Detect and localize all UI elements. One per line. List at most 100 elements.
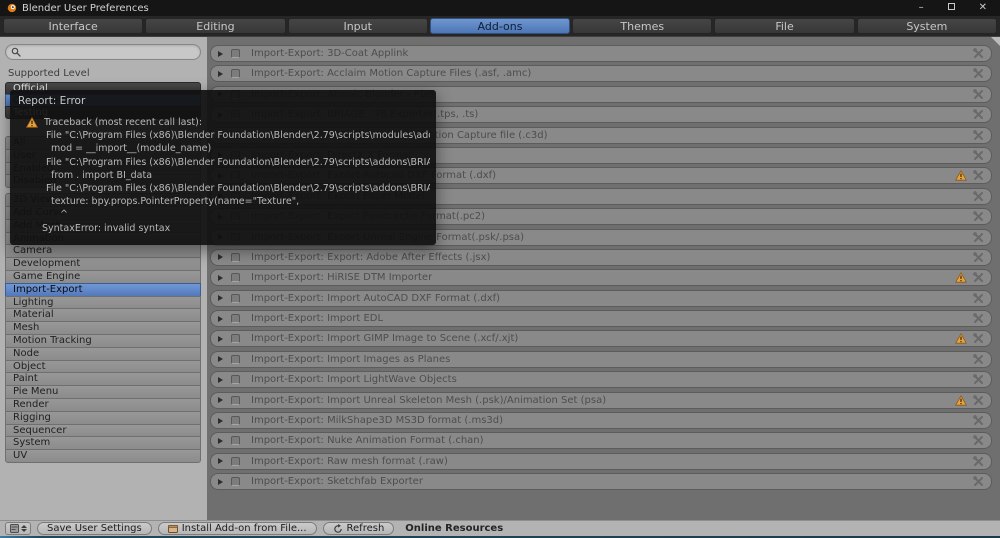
sidebar-item-paint[interactable]: Paint xyxy=(5,372,201,387)
sidebar-item-development[interactable]: Development xyxy=(5,257,201,271)
expand-arrow-icon[interactable] xyxy=(218,478,223,485)
wrench-icon[interactable] xyxy=(973,435,984,446)
addon-enable-checkbox[interactable] xyxy=(231,477,240,487)
sidebar-item-object[interactable]: Object xyxy=(5,359,201,374)
wrench-icon[interactable] xyxy=(973,231,984,243)
wrench-icon[interactable] xyxy=(973,272,984,283)
addon-enable-checkbox[interactable] xyxy=(231,252,240,262)
expand-arrow-icon[interactable] xyxy=(218,254,223,261)
addon-enable-checkbox[interactable] xyxy=(231,436,240,446)
addon-enable-checkbox[interactable] xyxy=(231,354,240,364)
wrench-icon[interactable] xyxy=(973,313,984,324)
minimize-button[interactable]: – xyxy=(919,3,924,13)
addon-enable-checkbox[interactable] xyxy=(231,375,240,385)
tab-system[interactable]: System xyxy=(856,18,997,34)
expand-arrow-icon[interactable] xyxy=(218,437,223,444)
addon-enable-checkbox[interactable] xyxy=(231,395,240,405)
addon-enable-checkbox[interactable] xyxy=(231,456,240,466)
addon-row[interactable]: Import-Export: Import AutoCAD DXF Format… xyxy=(210,289,992,307)
wrench-icon[interactable] xyxy=(973,170,984,181)
addon-row[interactable]: Import-Export: Import Unreal Skeleton Me… xyxy=(210,391,992,409)
sidebar-item-motion-tracking[interactable]: Motion Tracking xyxy=(5,333,201,348)
sidebar-item-uv[interactable]: UV xyxy=(5,449,201,463)
addon-search-box[interactable] xyxy=(5,44,201,60)
expand-arrow-icon[interactable] xyxy=(218,50,223,57)
search-input[interactable] xyxy=(25,46,195,58)
tab-add-ons[interactable]: Add-ons xyxy=(429,18,571,34)
tab-input[interactable]: Input xyxy=(287,18,428,34)
sidebar-item-material[interactable]: Material xyxy=(5,308,201,323)
wrench-icon[interactable] xyxy=(973,150,984,161)
addon-row[interactable]: Import-Export: Nuke Animation Format (.c… xyxy=(210,432,992,450)
tab-editing[interactable]: Editing xyxy=(145,18,286,34)
sidebar-item-import-export[interactable]: Import-Export xyxy=(5,282,201,297)
sidebar-item-pie-menu[interactable]: Pie Menu xyxy=(5,385,201,399)
wrench-icon[interactable] xyxy=(973,476,984,487)
expand-arrow-icon[interactable] xyxy=(218,274,223,281)
addon-enable-checkbox[interactable] xyxy=(231,314,240,324)
expand-arrow-icon[interactable] xyxy=(218,70,223,77)
addon-enable-checkbox[interactable] xyxy=(231,334,240,344)
expand-arrow-icon[interactable] xyxy=(218,458,223,465)
addon-row[interactable]: Import-Export: Raw mesh format (.raw) xyxy=(210,452,992,470)
addon-row[interactable]: Import-Export: Import Images as Planes xyxy=(210,350,992,368)
expand-arrow-icon[interactable] xyxy=(218,356,223,363)
sidebar-item-camera[interactable]: Camera xyxy=(5,244,201,259)
sidebar-item-mesh[interactable]: Mesh xyxy=(5,321,201,335)
refresh-button[interactable]: Refresh xyxy=(322,522,395,535)
addon-row[interactable]: Import-Export: HiRISE DTM Importer xyxy=(210,269,992,287)
wrench-icon[interactable] xyxy=(973,88,984,100)
addon-row[interactable]: Import-Export: Acclaim Motion Capture Fi… xyxy=(210,65,992,83)
wrench-icon[interactable] xyxy=(973,129,984,141)
tab-themes[interactable]: Themes xyxy=(572,18,713,34)
wrench-icon[interactable] xyxy=(973,333,984,344)
addon-enable-checkbox[interactable] xyxy=(231,273,240,283)
expand-arrow-icon[interactable] xyxy=(218,295,223,302)
addon-enable-checkbox[interactable] xyxy=(231,416,240,426)
tab-file[interactable]: File xyxy=(714,18,855,34)
wrench-icon[interactable] xyxy=(973,374,984,385)
wrench-icon[interactable] xyxy=(973,211,984,222)
addon-row[interactable]: Import-Export: Sketchfab Exporter xyxy=(210,473,992,491)
addon-row[interactable]: Import-Export: Import EDL xyxy=(210,310,992,328)
online-resources-link[interactable]: Online Resources xyxy=(405,523,503,534)
wrench-icon[interactable] xyxy=(973,455,984,467)
addon-enable-checkbox[interactable] xyxy=(231,49,240,58)
install-addon-button[interactable]: Install Add-on from File... xyxy=(157,522,317,535)
tab-interface[interactable]: Interface xyxy=(3,18,144,34)
addon-row[interactable]: Import-Export: Import GIMP Image to Scen… xyxy=(210,330,992,348)
sidebar-item-node[interactable]: Node xyxy=(5,346,201,361)
addon-row[interactable]: Import-Export: Export: Adobe After Effec… xyxy=(210,248,992,266)
addon-row[interactable]: Import-Export: MilkShape3D MS3D format (… xyxy=(210,412,992,430)
sidebar-item-render[interactable]: Render xyxy=(5,397,201,412)
wrench-icon[interactable] xyxy=(973,109,984,120)
expand-arrow-icon[interactable] xyxy=(218,397,223,404)
wrench-icon[interactable] xyxy=(973,292,984,304)
wrench-icon[interactable] xyxy=(973,252,984,263)
sidebar-item-sequencer[interactable]: Sequencer xyxy=(5,423,201,438)
wrench-icon[interactable] xyxy=(973,190,984,202)
addon-enable-checkbox[interactable] xyxy=(231,69,240,79)
addon-row[interactable]: Import-Export: Import LightWave Objects xyxy=(210,371,992,389)
editor-selector-stepper[interactable] xyxy=(20,525,27,532)
sidebar-item-lighting[interactable]: Lighting xyxy=(5,295,201,310)
maximize-button[interactable] xyxy=(947,3,955,13)
close-button[interactable]: ✕ xyxy=(979,3,987,13)
area-corner-grip[interactable] xyxy=(991,37,1000,46)
expand-arrow-icon[interactable] xyxy=(218,376,223,383)
expand-arrow-icon[interactable] xyxy=(218,315,223,322)
wrench-icon[interactable] xyxy=(973,354,984,365)
addon-enable-checkbox[interactable] xyxy=(231,293,240,303)
wrench-icon[interactable] xyxy=(973,68,984,79)
editor-type-selector[interactable] xyxy=(5,522,31,535)
wrench-icon[interactable] xyxy=(973,394,984,406)
sidebar-item-system[interactable]: System xyxy=(5,436,201,451)
sidebar-item-rigging[interactable]: Rigging xyxy=(5,410,201,425)
wrench-icon[interactable] xyxy=(973,48,984,59)
addon-row[interactable]: Import-Export: 3D-Coat Applink xyxy=(210,45,992,62)
expand-arrow-icon[interactable] xyxy=(218,335,223,342)
sidebar-item-game-engine[interactable]: Game Engine xyxy=(5,269,201,284)
wrench-icon[interactable] xyxy=(973,415,984,426)
save-user-settings-button[interactable]: Save User Settings xyxy=(37,522,152,535)
expand-arrow-icon[interactable] xyxy=(218,417,223,424)
